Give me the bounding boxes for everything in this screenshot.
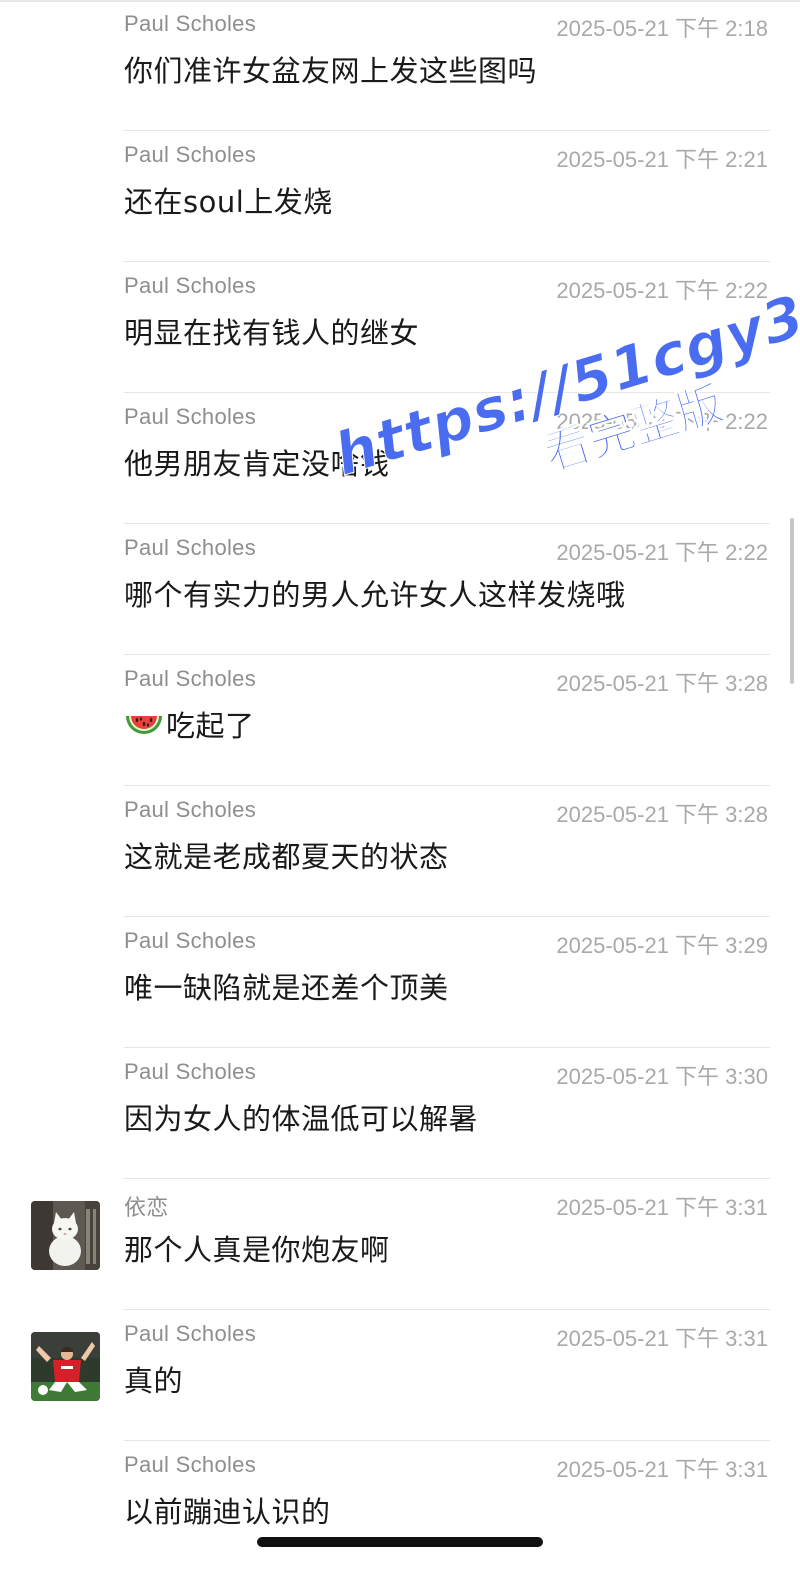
message-item[interactable]: Paul Scholes 2025-05-21 下午 3:30 因为女人的体温低…: [0, 1048, 800, 1179]
sender-name: Paul Scholes: [124, 797, 257, 822]
message-text-row: 吃起了: [124, 703, 255, 745]
footballer-avatar[interactable]: [31, 1332, 100, 1401]
message-item[interactable]: Paul Scholes 2025-05-21 下午 3:28 这就是老成都夏天…: [0, 786, 800, 917]
message-time: 2025-05-21 下午 3:28: [556, 671, 768, 696]
message-text: 吃起了: [166, 709, 255, 743]
message-text: 真的: [124, 1364, 184, 1398]
sender-name: Paul Scholes: [124, 928, 257, 953]
message-time: 2025-05-21 下午 3:29: [556, 933, 768, 958]
sender-name: Paul Scholes: [124, 273, 257, 298]
message-item[interactable]: Paul Scholes 2025-05-21 下午 2:22 哪个有实力的男人…: [0, 524, 800, 655]
message-time: 2025-05-21 下午 3:31: [556, 1326, 768, 1351]
message-text: 因为女人的体温低可以解暑: [124, 1102, 479, 1136]
message-time: 2025-05-21 下午 2:22: [556, 409, 768, 434]
message-text: 唯一缺陷就是还差个顶美: [124, 971, 449, 1005]
sender-name: 依恋: [124, 1195, 169, 1220]
message-text: 还在soul上发烧: [124, 185, 333, 219]
message-time: 2025-05-21 下午 3:31: [556, 1195, 768, 1220]
message-text: 以前蹦迪认识的: [124, 1495, 331, 1529]
message-text: 他男朋友肯定没啥钱: [124, 447, 390, 481]
message-time: 2025-05-21 下午 3:30: [556, 1064, 768, 1089]
message-text: 那个人真是你炮友啊: [124, 1233, 390, 1267]
message-item[interactable]: 依恋 2025-05-21 下午 3:31 那个人真是你炮友啊: [0, 1179, 800, 1310]
sender-name: Paul Scholes: [124, 1452, 257, 1477]
message-item[interactable]: Paul Scholes 2025-05-21 下午 3:31 以前蹦迪认识的: [0, 1441, 800, 1572]
message-time: 2025-05-21 下午 2:21: [556, 147, 768, 172]
sender-name: Paul Scholes: [124, 535, 257, 560]
message-item[interactable]: Paul Scholes 2025-05-21 下午 2:18 你们准许女盆友网…: [0, 0, 800, 131]
home-indicator[interactable]: [257, 1537, 543, 1547]
message-time: 2025-05-21 下午 2:22: [556, 540, 768, 565]
watermelon-icon: [126, 716, 162, 734]
message-item[interactable]: Paul Scholes 2025-05-21 下午 3:28 吃起了: [0, 655, 800, 786]
message-text: 这就是老成都夏天的状态: [124, 840, 449, 874]
sender-name: Paul Scholes: [124, 666, 257, 691]
message-item[interactable]: Paul Scholes 2025-05-21 下午 3:31 真的: [0, 1310, 800, 1441]
sender-name: Paul Scholes: [124, 11, 257, 36]
message-item[interactable]: Paul Scholes 2025-05-21 下午 2:22 他男朋友肯定没啥…: [0, 393, 800, 524]
message-item[interactable]: Paul Scholes 2025-05-21 下午 2:22 明显在找有钱人的…: [0, 262, 800, 393]
message-time: 2025-05-21 下午 2:18: [556, 16, 768, 41]
message-time: 2025-05-21 下午 2:22: [556, 278, 768, 303]
scrollbar-thumb[interactable]: [790, 518, 794, 684]
message-time: 2025-05-21 下午 3:31: [556, 1457, 768, 1482]
message-text: 你们准许女盆友网上发这些图吗: [124, 54, 538, 88]
sender-name: Paul Scholes: [124, 1321, 257, 1346]
sender-name: Paul Scholes: [124, 1059, 257, 1084]
message-text: 明显在找有钱人的继女: [124, 316, 420, 350]
message-text: 哪个有实力的男人允许女人这样发烧哦: [124, 578, 626, 612]
cat-avatar[interactable]: [31, 1201, 100, 1270]
sender-name: Paul Scholes: [124, 142, 257, 167]
message-item[interactable]: Paul Scholes 2025-05-21 下午 3:29 唯一缺陷就是还差…: [0, 917, 800, 1048]
message-item[interactable]: Paul Scholes 2025-05-21 下午 2:21 还在soul上发…: [0, 131, 800, 262]
message-time: 2025-05-21 下午 3:28: [556, 802, 768, 827]
sender-name: Paul Scholes: [124, 404, 257, 429]
